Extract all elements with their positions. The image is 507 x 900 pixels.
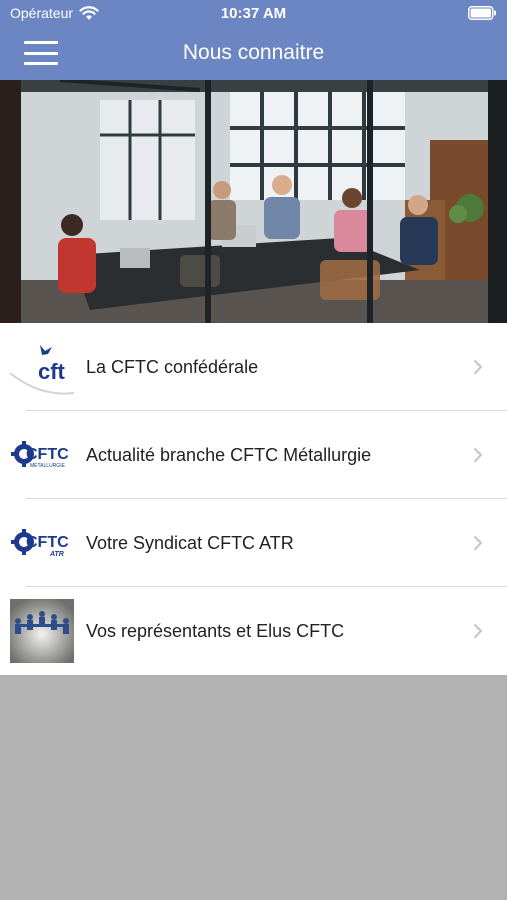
list-item-cftc-metallurgie[interactable]: CFTC MÉTALLURGIE Actualité branche CFTC … — [0, 411, 507, 499]
list-item-cftc-atr[interactable]: CFTC ATR Votre Syndicat CFTC ATR — [0, 499, 507, 587]
top-bar: Opérateur 10:37 AM Nous connaitre — [0, 0, 507, 80]
list-item-label: Vos représentants et Elus CFTC — [86, 621, 345, 641]
list-item-label: Votre Syndicat CFTC ATR — [86, 533, 294, 553]
cftc-metallurgie-logo: CFTC MÉTALLURGIE — [10, 423, 74, 487]
list-item-label: La CFTC confédérale — [86, 357, 259, 377]
paper-people-chain-photo — [10, 599, 74, 663]
navigation-bar: Nous connaitre — [0, 28, 507, 80]
menu-line — [24, 41, 58, 44]
page-title: Nous connaitre — [182, 41, 325, 64]
menu-list: cft La CFTC confédérale CFTC MÉTALLURGIE… — [0, 323, 507, 675]
battery-icon — [468, 6, 496, 20]
menu-line — [24, 51, 58, 55]
hero-image — [0, 80, 507, 323]
menu-line — [24, 62, 58, 65]
logo-text: CFTC — [26, 534, 69, 551]
meeting-room-photo — [0, 80, 507, 323]
hamburger-menu-icon[interactable] — [24, 39, 58, 67]
chevron-right-icon — [474, 624, 482, 638]
cftc-confederale-logo: cft — [10, 335, 74, 399]
chevron-right-icon — [474, 448, 482, 462]
chevron-right-icon — [474, 536, 482, 550]
list-item-label: Actualité branche CFTC Métallurgie — [86, 445, 372, 465]
status-time: 10:37 AM — [220, 5, 287, 22]
list-item-cftc-confederale[interactable]: cft La CFTC confédérale — [0, 323, 507, 411]
logo-subtext: MÉTALLURGIE — [30, 462, 66, 469]
logo-subtext: ATR — [49, 551, 64, 558]
list-item-representants[interactable]: Vos représentants et Elus CFTC — [0, 587, 507, 675]
logo-text: CFTC — [26, 446, 69, 463]
status-bar: Opérateur 10:37 AM — [0, 0, 507, 28]
chevron-right-icon — [474, 360, 482, 374]
logo-text: cft — [38, 359, 66, 384]
cftc-atr-logo: CFTC ATR — [10, 511, 74, 575]
